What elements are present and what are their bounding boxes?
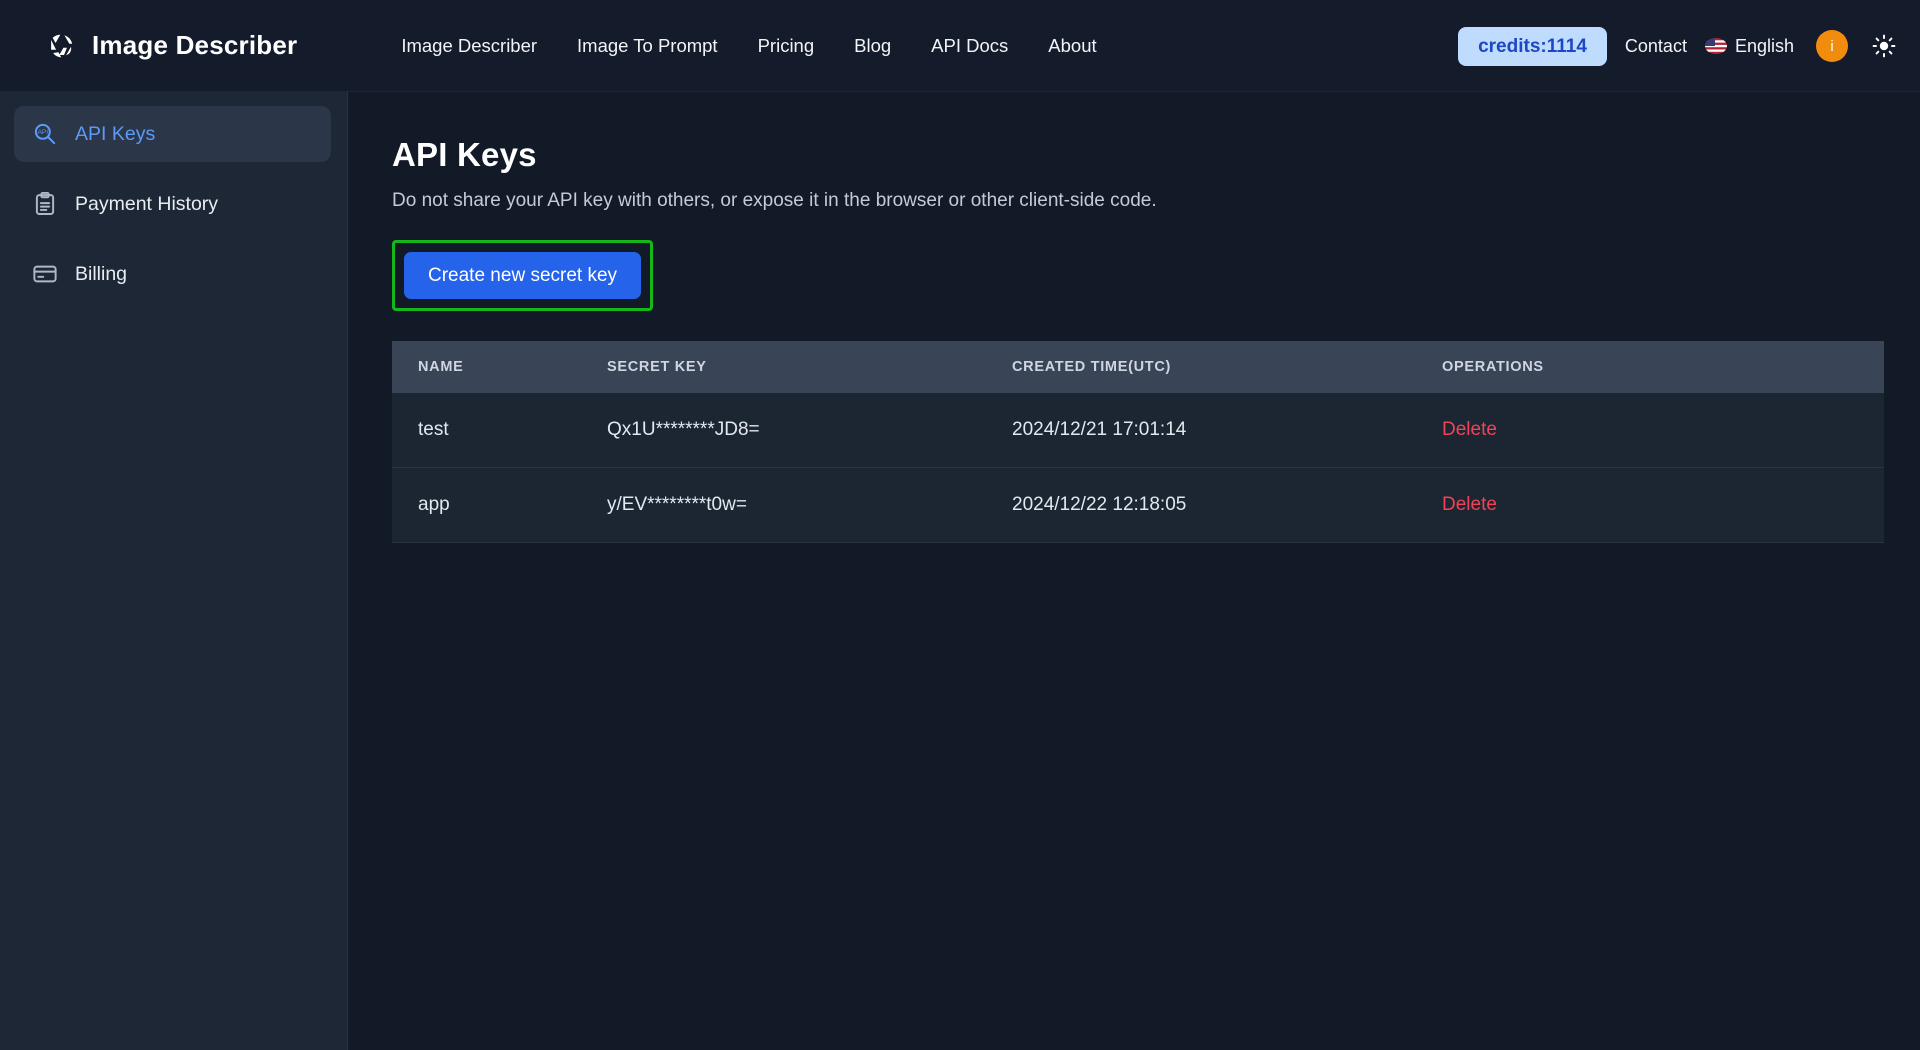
column-header-operations: OPERATIONS — [1442, 341, 1884, 393]
column-header-name: NAME — [392, 341, 607, 393]
create-new-secret-key-button[interactable]: Create new secret key — [404, 252, 642, 299]
nav-item-blog[interactable]: Blog — [854, 35, 891, 57]
nav-item-about[interactable]: About — [1048, 35, 1096, 57]
nav-item-image-describer[interactable]: Image Describer — [401, 35, 537, 57]
page-title: API Keys — [392, 136, 537, 173]
sun-icon[interactable] — [1870, 32, 1898, 60]
column-header-created-time: CREATED TIME(UTC) — [1012, 341, 1442, 393]
sidebar: API API Keys Payment History Billing — [0, 92, 348, 1050]
cell-operations: Delete — [1442, 393, 1884, 468]
table-header: NAME SECRET KEY CREATED TIME(UTC) OPERAT… — [392, 341, 1884, 393]
main-content: API Keys Do not share your API key with … — [348, 92, 1920, 1050]
sidebar-item-label-api-keys: API Keys — [75, 122, 156, 145]
brand-name: Image Describer — [92, 30, 298, 60]
cell-operations: Delete — [1442, 467, 1884, 543]
delete-key-button[interactable]: Delete — [1442, 419, 1497, 440]
cell-created-time: 2024/12/22 12:18:05 — [1012, 467, 1442, 543]
credit-card-icon — [32, 261, 58, 287]
column-header-secret-key: SECRET KEY — [607, 341, 1012, 393]
table-row: test Qx1U********JD8= 2024/12/21 17:01:1… — [392, 393, 1884, 468]
sidebar-item-label-billing: Billing — [75, 262, 128, 285]
create-key-highlight: Create new secret key — [392, 240, 654, 311]
table-row: app y/EV********t0w= 2024/12/22 12:18:05… — [392, 467, 1884, 543]
svg-text:API: API — [38, 129, 49, 136]
credits-badge[interactable]: credits:1114 — [1458, 26, 1607, 66]
api-keys-table: NAME SECRET KEY CREATED TIME(UTC) OPERAT… — [392, 341, 1884, 543]
delete-key-button[interactable]: Delete — [1442, 494, 1497, 515]
aperture-icon — [44, 29, 78, 63]
table-header-row: NAME SECRET KEY CREATED TIME(UTC) OPERAT… — [392, 341, 1884, 393]
language-label: English — [1734, 35, 1794, 56]
sidebar-item-payment-history[interactable]: Payment History — [14, 176, 331, 232]
us-flag-icon — [1704, 38, 1727, 54]
header-actions: credits:1114 Contact English i — [1458, 0, 1898, 92]
sidebar-item-billing[interactable]: Billing — [14, 246, 331, 302]
avatar[interactable]: i — [1816, 30, 1848, 62]
page-description: Do not share your API key with others, o… — [392, 190, 1157, 211]
cell-secret-key: Qx1U********JD8= — [607, 393, 1012, 468]
contact-link[interactable]: Contact — [1625, 36, 1687, 57]
sidebar-item-label-payment-history: Payment History — [75, 192, 219, 215]
top-header: Image Describer Image Describer Image To… — [0, 0, 1920, 92]
cell-created-time: 2024/12/21 17:01:14 — [1012, 393, 1442, 468]
nav-item-api-docs[interactable]: API Docs — [931, 35, 1008, 57]
sidebar-item-api-keys[interactable]: API API Keys — [14, 106, 331, 162]
nav-item-image-to-prompt[interactable]: Image To Prompt — [577, 35, 718, 57]
cell-name: test — [392, 393, 607, 468]
table-body: test Qx1U********JD8= 2024/12/21 17:01:1… — [392, 393, 1884, 543]
clipboard-icon — [32, 191, 58, 217]
cell-name: app — [392, 467, 607, 543]
page-layout: API API Keys Payment History Billing API… — [0, 92, 1920, 1050]
language-selector[interactable]: English — [1704, 35, 1794, 57]
cell-secret-key: y/EV********t0w= — [607, 467, 1012, 543]
main-navigation: Image Describer Image To Prompt Pricing … — [401, 35, 1096, 57]
api-search-icon: API — [32, 121, 58, 147]
nav-item-pricing[interactable]: Pricing — [758, 35, 815, 57]
brand-logo-link[interactable]: Image Describer — [44, 29, 297, 63]
